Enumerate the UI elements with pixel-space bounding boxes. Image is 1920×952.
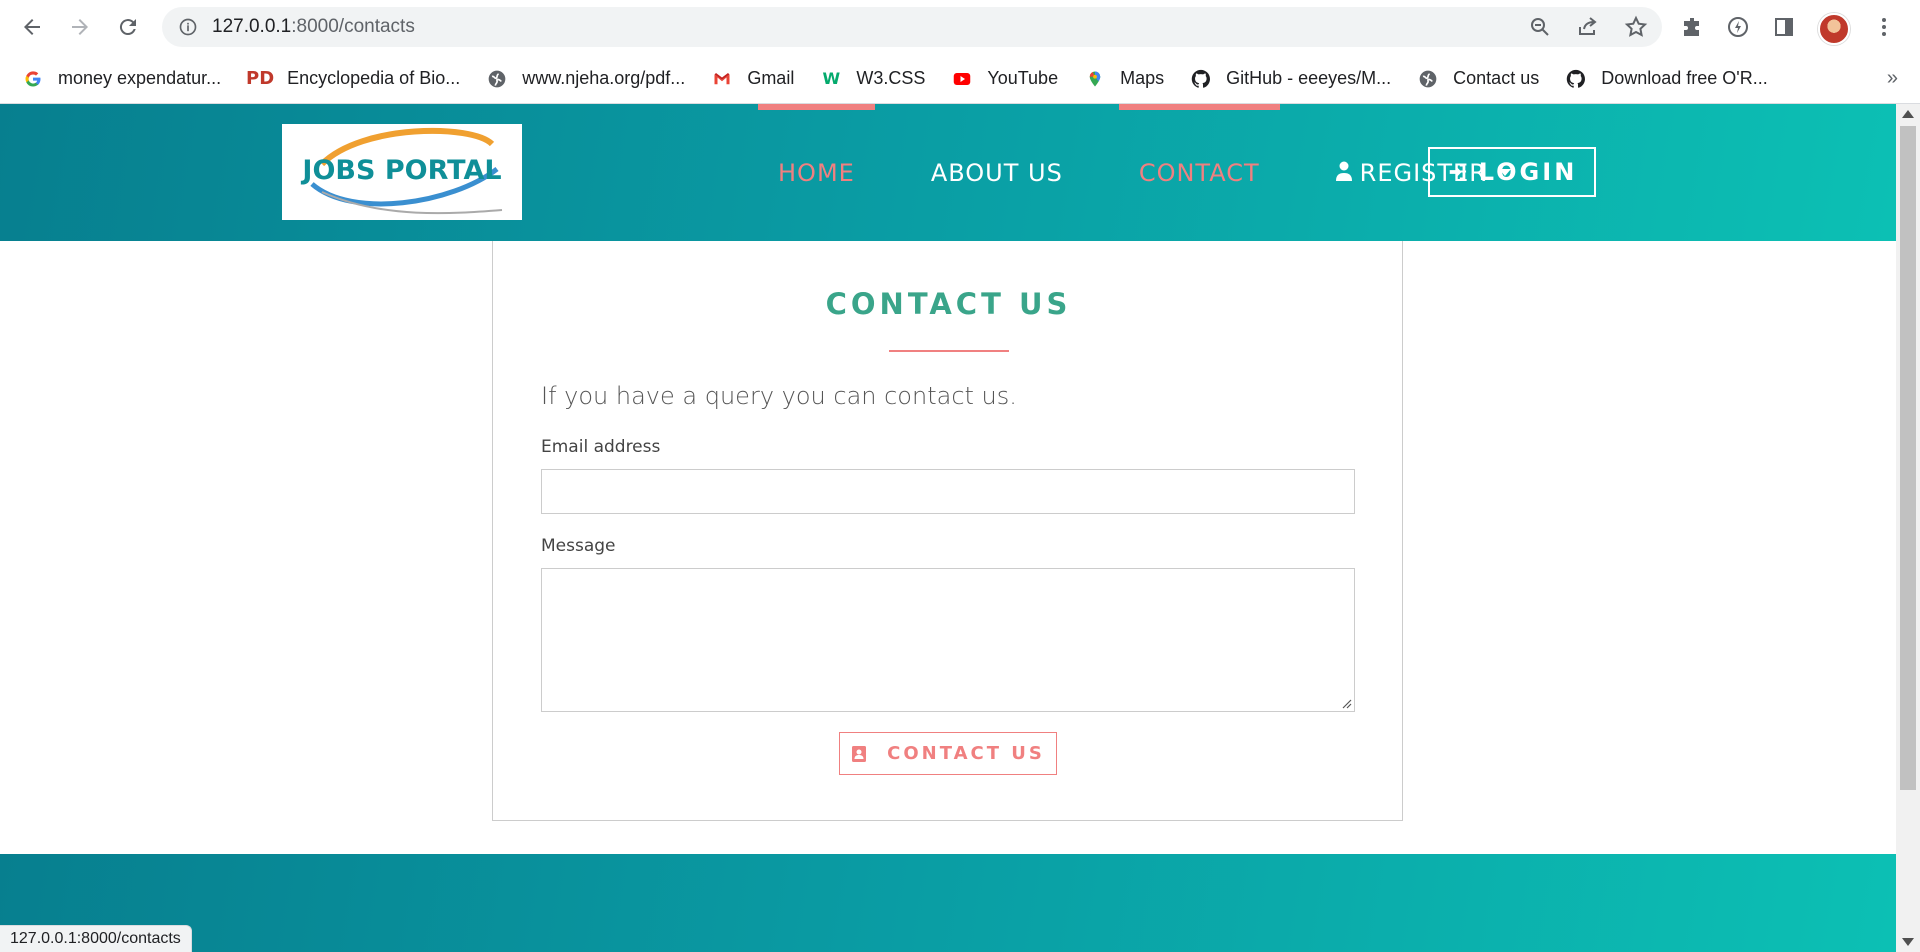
- address-book-icon: [852, 745, 867, 762]
- bookmark-item[interactable]: Gmail: [711, 68, 794, 90]
- resize-handle-icon[interactable]: [1340, 697, 1352, 709]
- bookmark-label: Encyclopedia of Bio...: [287, 68, 461, 88]
- site-footer: [0, 854, 1896, 952]
- nav-contact[interactable]: CONTACT: [1118, 104, 1280, 241]
- bookmark-item[interactable]: PD Encyclopedia of Bio...: [246, 68, 461, 90]
- bookmarks-bar: money expendatur... PD Encyclopedia of Bi…: [0, 54, 1920, 104]
- bookmark-label: Maps: [1120, 68, 1165, 88]
- youtube-icon: [951, 68, 973, 90]
- url-text: 127.0.0.1:8000/contacts: [212, 16, 415, 38]
- nav-contact-label: CONTACT: [1138, 158, 1260, 187]
- page-viewport: JOBS PORTAL HOME ABOUT US CONTACT REGIST…: [0, 104, 1896, 952]
- bookmark-label: money expendatur...: [58, 68, 222, 88]
- url-path: :8000/contacts: [291, 16, 415, 37]
- sign-in-icon: [1449, 163, 1466, 181]
- login-button[interactable]: LOGIN: [1428, 147, 1596, 197]
- bookmark-item[interactable]: money expendatur...: [22, 68, 221, 90]
- contact-lead-text: If you have a query you can contact us.: [541, 382, 1017, 410]
- url-host: 127.0.0.1: [212, 16, 292, 37]
- side-panel-icon[interactable]: [1772, 15, 1796, 44]
- share-icon[interactable]: [1576, 15, 1600, 44]
- bookmark-label: Download free O'R...: [1601, 68, 1768, 88]
- title-divider: [889, 350, 1009, 352]
- user-icon: [1335, 159, 1352, 187]
- bookmark-item[interactable]: W W3.CSS: [820, 68, 926, 90]
- login-label: LOGIN: [1478, 158, 1578, 186]
- bookmark-item[interactable]: Contact us: [1417, 68, 1539, 90]
- submit-label: CONTACT US: [887, 743, 1045, 764]
- w3-icon: W: [822, 69, 841, 88]
- bookmark-item[interactable]: www.njeha.org/pdf...: [486, 68, 685, 90]
- gmail-icon: [711, 68, 733, 90]
- nav-home-label: HOME: [778, 158, 855, 187]
- back-icon[interactable]: [8, 3, 56, 51]
- page-title: CONTACT US: [825, 287, 1072, 321]
- github-icon: [1190, 68, 1212, 90]
- bookmark-item[interactable]: Download free O'R...: [1565, 68, 1768, 90]
- globe-icon: [1417, 68, 1439, 90]
- bookmark-label: W3.CSS: [856, 68, 926, 88]
- bookmark-label: Gmail: [747, 68, 795, 88]
- bookmarks-overflow-button[interactable]: »: [1887, 67, 1898, 90]
- profile-avatar[interactable]: [1818, 13, 1850, 45]
- scrollbar-thumb[interactable]: [1900, 126, 1916, 790]
- bookmark-label: www.njeha.org/pdf...: [522, 68, 686, 88]
- active-indicator: [1118, 104, 1280, 110]
- pd-icon: PD: [246, 68, 275, 89]
- reload-icon[interactable]: [104, 3, 152, 51]
- status-bar-url: 127.0.0.1:8000/contacts: [0, 925, 192, 952]
- email-label: Email address: [541, 437, 661, 457]
- nav-home[interactable]: HOME: [758, 104, 875, 241]
- performance-icon[interactable]: [1726, 15, 1750, 44]
- bookmark-label: YouTube: [987, 68, 1059, 88]
- menu-dots-icon[interactable]: [1872, 15, 1896, 44]
- message-textarea[interactable]: [541, 568, 1355, 712]
- active-indicator: [758, 104, 875, 110]
- extensions-icon[interactable]: [1680, 15, 1704, 44]
- scroll-down-icon[interactable]: [1902, 938, 1914, 946]
- nav-about[interactable]: ABOUT US: [911, 104, 1083, 241]
- contact-card: CONTACT US If you have a query you can c…: [492, 241, 1403, 821]
- message-label: Message: [541, 536, 616, 556]
- forward-icon[interactable]: [56, 3, 104, 51]
- bookmark-label: GitHub - eeeyes/M...: [1226, 68, 1392, 88]
- bookmark-item[interactable]: Maps: [1084, 68, 1164, 90]
- bookmark-label: Contact us: [1453, 68, 1540, 88]
- maps-icon: [1084, 68, 1106, 90]
- browser-toolbar: 127.0.0.1:8000/contacts: [0, 0, 1920, 54]
- bookmark-star-icon[interactable]: [1624, 15, 1648, 44]
- email-field[interactable]: [541, 469, 1355, 514]
- address-bar[interactable]: 127.0.0.1:8000/contacts: [162, 7, 1662, 47]
- bookmark-item[interactable]: GitHub - eeeyes/M...: [1190, 68, 1391, 90]
- site-info-icon[interactable]: [176, 15, 200, 39]
- zoom-icon[interactable]: [1528, 15, 1552, 44]
- nav-about-label: ABOUT US: [930, 158, 1063, 187]
- github-icon: [1565, 68, 1587, 90]
- page-scrollbar[interactable]: [1896, 104, 1920, 952]
- logo-text: JOBS PORTAL: [300, 155, 501, 186]
- site-header: JOBS PORTAL HOME ABOUT US CONTACT REGIST…: [0, 104, 1896, 241]
- globe-icon: [486, 68, 508, 90]
- scroll-up-icon[interactable]: [1902, 110, 1914, 118]
- bookmark-item[interactable]: YouTube: [951, 68, 1058, 90]
- contact-submit-button[interactable]: CONTACT US: [839, 732, 1057, 775]
- jobs-portal-logo[interactable]: JOBS PORTAL: [282, 124, 522, 220]
- google-icon: [22, 68, 44, 90]
